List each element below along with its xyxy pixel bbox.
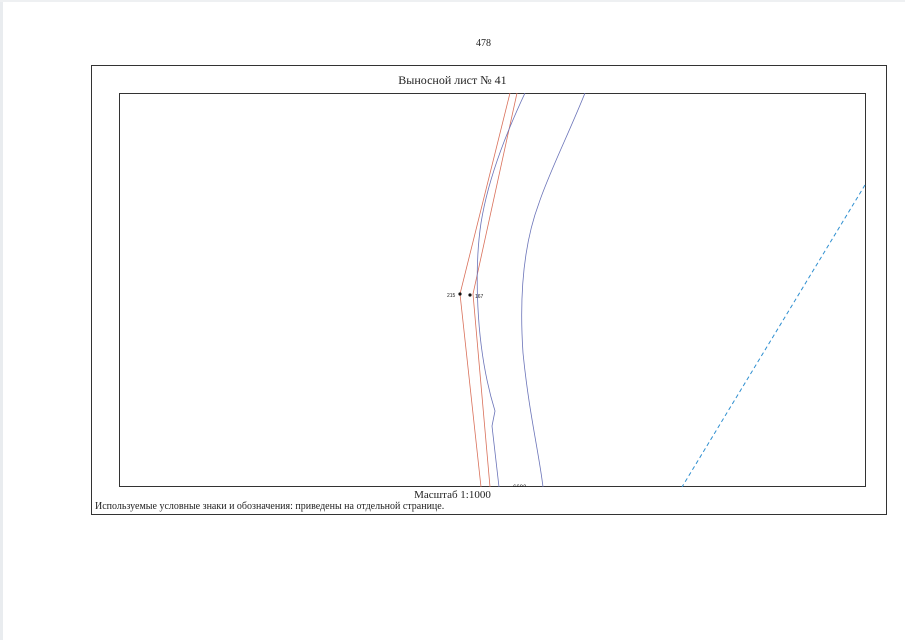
dashed-line-blue bbox=[681, 184, 866, 487]
parcel-label: 6682 bbox=[513, 485, 527, 487]
sheet-title: Выносной лист № 41 bbox=[398, 73, 507, 87]
scale-label: Масштаб 1:1000 bbox=[414, 489, 491, 501]
page-number: 478 bbox=[476, 38, 491, 49]
map-drawing: 215 167 6682 bbox=[119, 93, 866, 487]
point-marker-167 bbox=[468, 293, 472, 297]
point-label-167: 167 bbox=[475, 294, 484, 300]
point-label-215: 215 bbox=[447, 293, 456, 299]
scan-edge-left bbox=[0, 0, 3, 640]
legend-note: Используемые условные знаки и обозначени… bbox=[95, 501, 445, 512]
point-marker-215 bbox=[458, 292, 462, 296]
road-edge-blue-right bbox=[521, 93, 586, 487]
scan-edge-top bbox=[0, 0, 905, 2]
